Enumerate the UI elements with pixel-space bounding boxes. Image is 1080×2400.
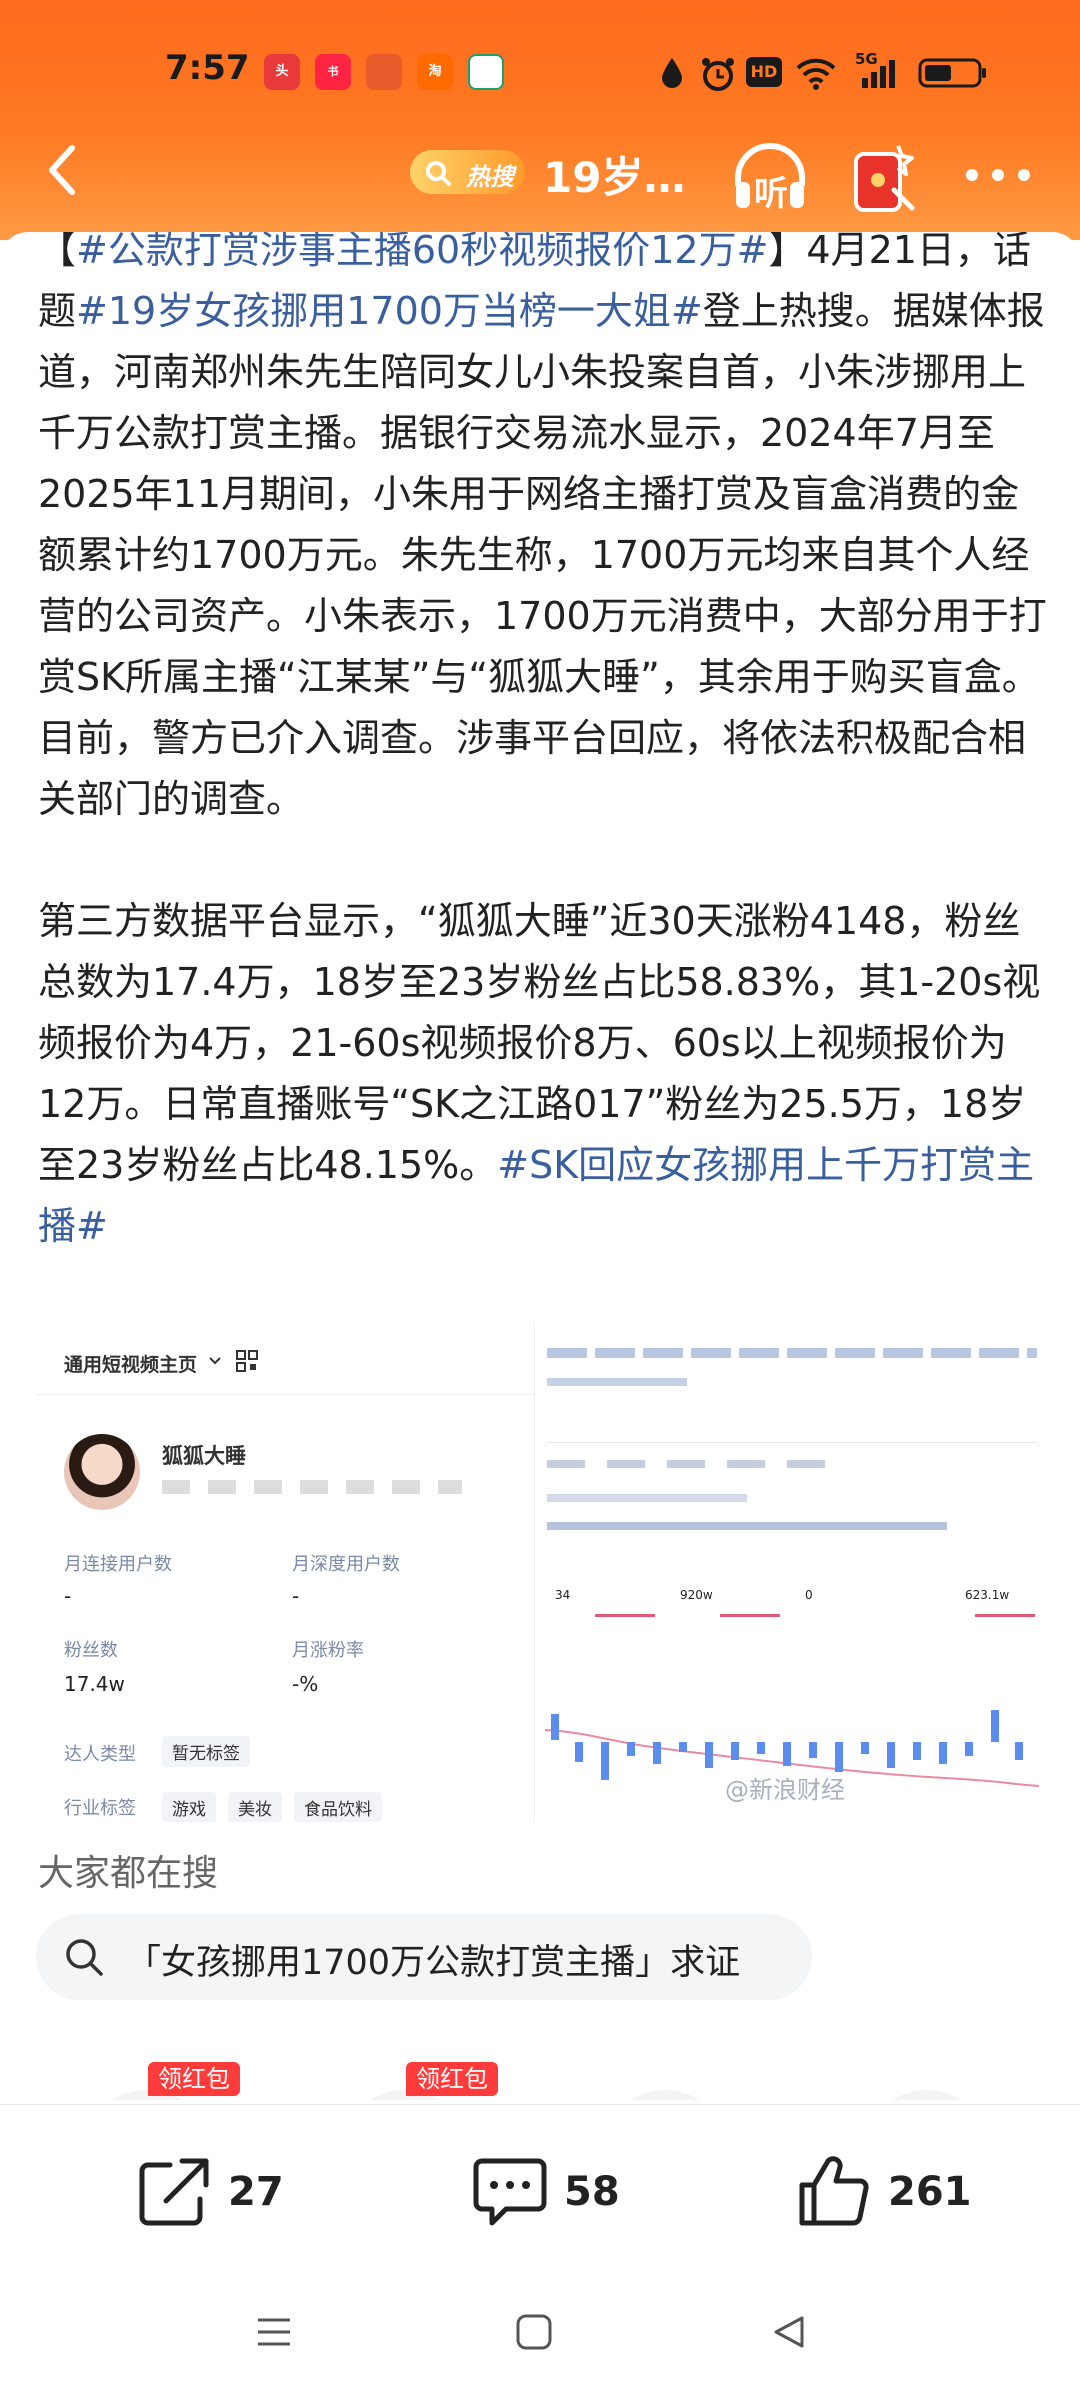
chevron-down-icon [209,1357,221,1365]
hot-search-badge[interactable]: 热搜 [410,150,525,194]
taobao-notification-icon: 淘 [417,54,453,90]
red-packet-badge[interactable]: 领红包 [148,2062,240,2096]
dropdown-label: 通用短视频主页 [64,1354,198,1376]
stat-value: 17.4w [64,1672,125,1696]
xiaohongshu-notification-icon: 书 [315,54,351,90]
kpi-bar [595,1614,655,1617]
divider [547,1442,1037,1443]
screenshot-image-profile[interactable]: 通用短视频主页 狐狐大睡 月连接用户数 - 月深度用户数 - 粉丝数 17.4w… [36,1322,534,1822]
article-body: 【#公款打赏涉事主播60秒视频报价12万#】4月21日，话题#19岁女孩挪用17… [38,232,1048,1257]
article-paragraph-1: 【#公款打赏涉事主播60秒视频报价12万#】4月21日，话题#19岁女孩挪用17… [38,232,1048,830]
toutiao-notification-icon: 头 [264,54,300,90]
status-bar: 7:57 头 书 淘 HD 5G [0,38,1080,108]
row-label: 行业标签 [64,1798,136,1819]
kpi-value: 623.1w [965,1588,1010,1602]
blurred-header [547,1348,1037,1358]
article-paragraph-2: 第三方数据平台显示，“狐狐大睡”近30天涨粉4148，粉丝总数为17.4万，18… [38,891,1048,1257]
promo-avatar[interactable] [600,2090,730,2100]
avatar [64,1434,140,1510]
tag-chip: 游戏 [162,1792,216,1822]
kpi-value: 920w [680,1588,713,1602]
stat-label: 月深度用户数 [292,1554,400,1575]
more-icon[interactable] [962,160,1034,190]
battery-icon [918,58,986,88]
blurred-info [162,1480,462,1494]
bracket-open: 【 [38,232,77,272]
topic-link-2[interactable]: #19岁女孩挪用1700万当榜一大姐# [76,289,703,333]
clock: 7:57 [165,48,250,88]
nav-bar: 热搜 19岁… 听 [0,120,1080,220]
drop-icon [662,58,682,88]
blurred-text [547,1522,947,1530]
qrcode-icon [236,1350,258,1372]
red-packet-icon[interactable] [850,140,920,216]
listen-label: 听 [754,174,788,214]
stat-value: -% [292,1672,319,1696]
action-bar: 27 58 261 [0,2104,1080,2265]
tag-chip: 食品饮料 [294,1792,382,1822]
tag-label: 达人类型 [64,1744,136,1765]
screenshot-image-analytics[interactable]: 34 920w 0 623.1w @新浪财经 [534,1322,1049,1822]
share-count: 27 [228,2169,284,2215]
kpi-bar [720,1614,780,1617]
home-icon[interactable] [514,2312,554,2352]
kpi-bar [975,1614,1035,1617]
kpi-value: 34 [555,1588,571,1602]
comment-count: 58 [564,2169,620,2215]
wifi-icon [796,58,836,90]
content-card: 【#公款打赏涉事主播60秒视频报价12万#】4月21日，话题#19岁女孩挪用17… [0,232,1080,2100]
promo-avatar[interactable] [862,2090,992,2100]
trending-searches-title: 大家都在搜 [38,1853,219,1894]
stat-label: 月涨粉率 [292,1640,364,1661]
red-packet-badge[interactable]: 领红包 [406,2062,498,2096]
stat-value: - [292,1584,300,1608]
comment-icon [473,2158,547,2226]
tag-chip: 暂无标签 [162,1736,250,1767]
text-run: 登上热搜。据媒体报道，河南郑州朱先生陪同女儿小朱投案自首，小朱涉挪用上千万公款打… [38,289,1047,821]
menu-icon[interactable] [254,2312,294,2352]
listen-button[interactable]: 听 [730,142,810,214]
watermark-text: @新浪财经 [725,1776,845,1804]
blurred-header [547,1378,687,1386]
stat-value: - [64,1584,72,1608]
system-nav-bar [0,2264,1080,2400]
search-icon [66,1939,103,1976]
share-button[interactable]: 27 [136,2155,296,2226]
divider [36,1394,534,1395]
signal-icon [862,60,895,88]
back-icon[interactable] [36,140,96,200]
hot-search-label: 热搜 [466,163,514,191]
profile-name: 狐狐大睡 [162,1444,246,1468]
hd-icon: HD [746,57,782,87]
trending-search-item[interactable]: 「女孩挪用1700万公款打赏主播」求证 [36,1914,812,2000]
share-icon [139,2158,209,2226]
page-title: 19岁… [543,153,686,202]
like-button[interactable]: 261 [796,2155,976,2226]
stat-label: 月连接用户数 [64,1554,172,1575]
trending-search-query: 「女孩挪用1700万公款打赏主播」求证 [126,1943,741,1983]
back-nav-icon[interactable] [770,2312,810,2352]
tag-chip: 美妆 [228,1792,282,1822]
app-notification-icon [366,54,402,90]
blurred-tabs [547,1460,847,1468]
kpi-value: 0 [805,1588,813,1602]
like-count: 261 [888,2169,972,2215]
topic-link-1[interactable]: #公款打赏涉事主播60秒视频报价12万# [76,232,768,272]
promo-row: 领红包 领红包 [0,2062,1080,2100]
search-icon [426,161,451,186]
thumbs-up-icon [799,2156,869,2226]
bank-notification-icon [468,54,504,90]
alarm-icon [702,58,734,91]
stat-label: 粉丝数 [64,1640,118,1661]
blurred-text [547,1494,747,1502]
comment-button[interactable]: 58 [472,2155,632,2226]
top-header: 7:57 头 书 淘 HD 5G 热搜 19岁… 听 [0,0,1080,240]
